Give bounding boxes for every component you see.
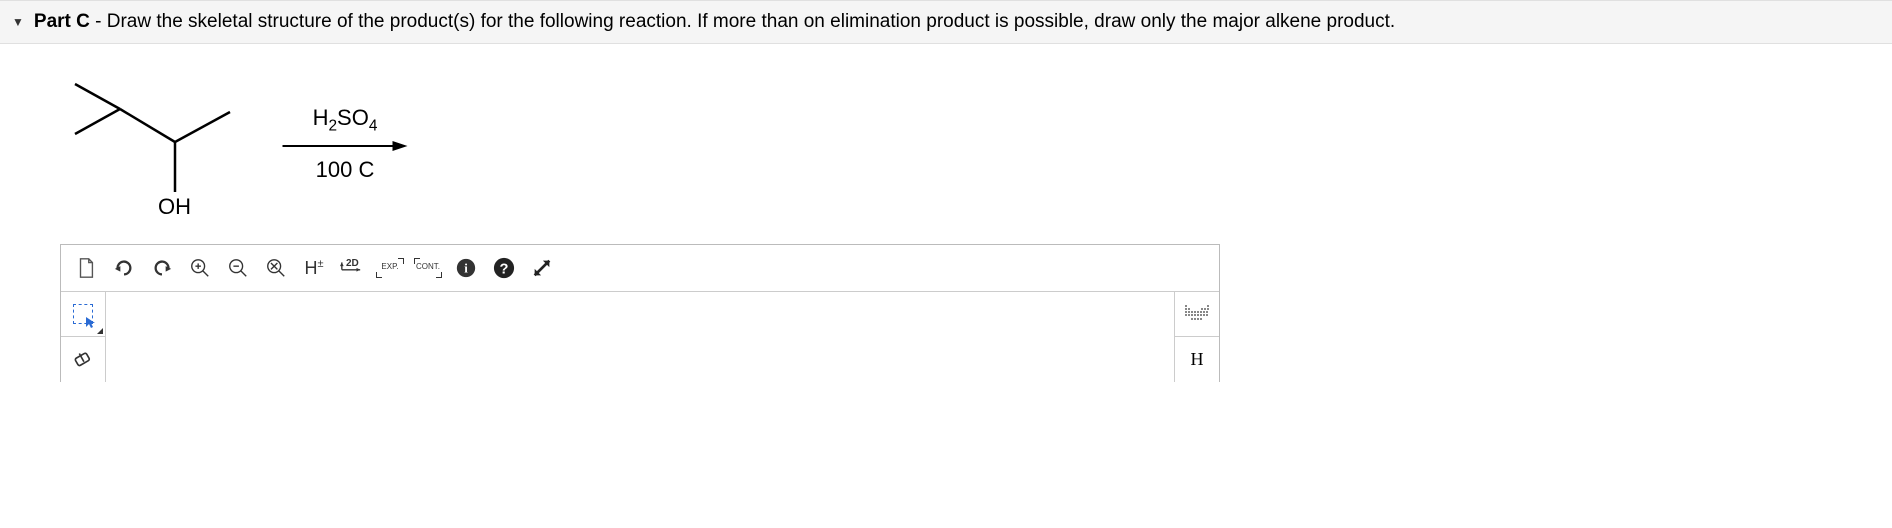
svg-text:OH: OH: [158, 194, 191, 219]
editor-toolbar-top: H± 2D EXP. CONT.: [61, 245, 1219, 292]
h-plus-minus-label: H±: [304, 258, 323, 279]
undo-button[interactable]: [107, 251, 141, 285]
reagent-temperature: 100 C: [316, 157, 375, 183]
part-separator: -: [90, 11, 107, 32]
reaction-arrow-icon: [270, 141, 420, 151]
zoom-in-button[interactable]: [183, 251, 217, 285]
reagent-formula: H2SO4: [313, 105, 378, 135]
reaction-conditions: H2SO4 100 C: [270, 105, 420, 183]
svg-text:?: ?: [500, 262, 509, 278]
svg-text:i: i: [464, 262, 468, 276]
marquee-icon: [73, 304, 93, 324]
help-icon: ?: [493, 257, 515, 279]
expand-button[interactable]: EXP.: [373, 251, 407, 285]
2d-icon: 2D: [340, 258, 364, 278]
reaction-diagram: OH H2SO4 100 C: [0, 44, 1892, 234]
undo-icon: [113, 257, 135, 279]
2d-clean-button[interactable]: 2D: [335, 251, 369, 285]
contract-icon: CONT.: [414, 258, 442, 278]
collapse-toggle-icon[interactable]: ▼: [12, 15, 24, 29]
contract-button[interactable]: CONT.: [411, 251, 445, 285]
drawing-canvas[interactable]: [106, 292, 1174, 382]
periodic-table-icon: [1185, 305, 1209, 323]
editor-toolbar-left: [61, 292, 106, 382]
document-icon: [75, 257, 97, 279]
instruction-text: Draw the skeletal structure of the produ…: [107, 11, 1395, 32]
hydrogen-label: H: [1191, 349, 1204, 370]
info-button[interactable]: i: [449, 251, 483, 285]
redo-button[interactable]: [145, 251, 179, 285]
reactant-structure: OH: [40, 64, 240, 224]
marquee-select-button[interactable]: [61, 292, 105, 337]
zoom-out-icon: [227, 257, 249, 279]
hydrogen-element-button[interactable]: H: [1175, 337, 1219, 381]
zoom-out-button[interactable]: [221, 251, 255, 285]
expand-icon: EXP.: [376, 258, 404, 278]
part-header: ▼ Part C - Draw the skeletal structure o…: [0, 0, 1892, 44]
fullscreen-icon: [531, 257, 553, 279]
structure-editor: H± 2D EXP. CONT.: [60, 244, 1220, 382]
eraser-button[interactable]: [61, 337, 105, 381]
zoom-in-icon: [189, 257, 211, 279]
periodic-table-button[interactable]: [1175, 292, 1219, 337]
delete-x-icon: [265, 257, 287, 279]
part-label: Part C: [34, 11, 90, 32]
new-document-button[interactable]: [69, 251, 103, 285]
redo-icon: [151, 257, 173, 279]
delete-button[interactable]: [259, 251, 293, 285]
help-button[interactable]: ?: [487, 251, 521, 285]
info-icon: i: [455, 257, 477, 279]
hydrogen-toggle-button[interactable]: H±: [297, 251, 331, 285]
eraser-icon: [72, 348, 94, 370]
fullscreen-button[interactable]: [525, 251, 559, 285]
editor-toolbar-right: H: [1174, 292, 1219, 382]
